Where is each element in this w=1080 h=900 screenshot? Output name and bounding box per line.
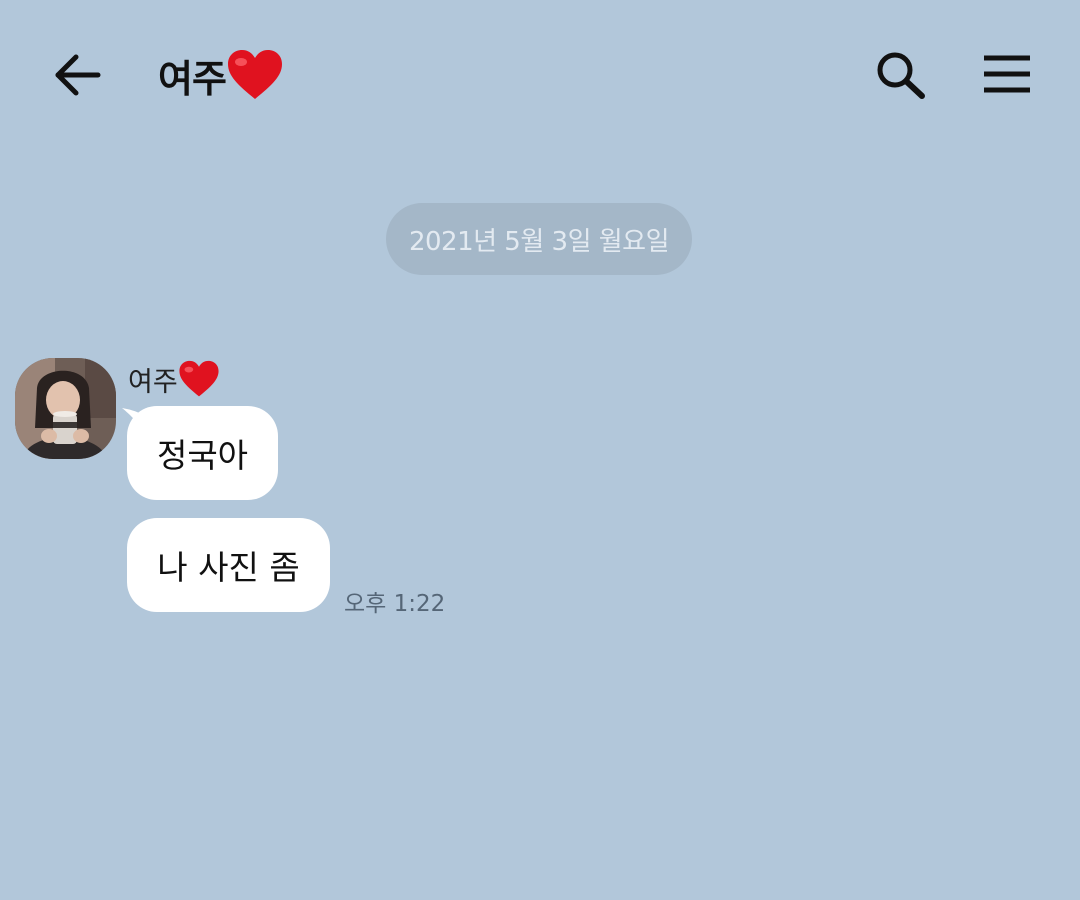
message-text: 나 사진 좀: [157, 548, 300, 587]
heart-icon: [179, 360, 219, 397]
sender-name-text: 여주: [128, 366, 178, 398]
date-divider: 2021년 5월 3일 월요일: [386, 203, 692, 275]
message-bubble[interactable]: 나 사진 좀: [127, 518, 330, 612]
sender-name: 여주: [128, 358, 220, 400]
heart-icon: [227, 50, 282, 99]
back-button[interactable]: [50, 50, 104, 100]
hamburger-menu-icon: [984, 55, 1030, 93]
profile-photo: [15, 358, 116, 459]
message-time: 오후 1:22: [344, 591, 446, 617]
avatar[interactable]: [15, 358, 116, 459]
chat-title: 여주: [158, 46, 284, 104]
chat-header: 여주: [0, 0, 1080, 150]
search-button[interactable]: [872, 48, 930, 102]
message-text: 정국아: [156, 436, 249, 475]
menu-button[interactable]: [980, 52, 1034, 98]
message-bubble[interactable]: 정국아: [127, 406, 278, 500]
arrow-left-icon: [55, 54, 101, 96]
search-icon: [877, 52, 925, 99]
chat-title-text: 여주: [158, 56, 227, 101]
